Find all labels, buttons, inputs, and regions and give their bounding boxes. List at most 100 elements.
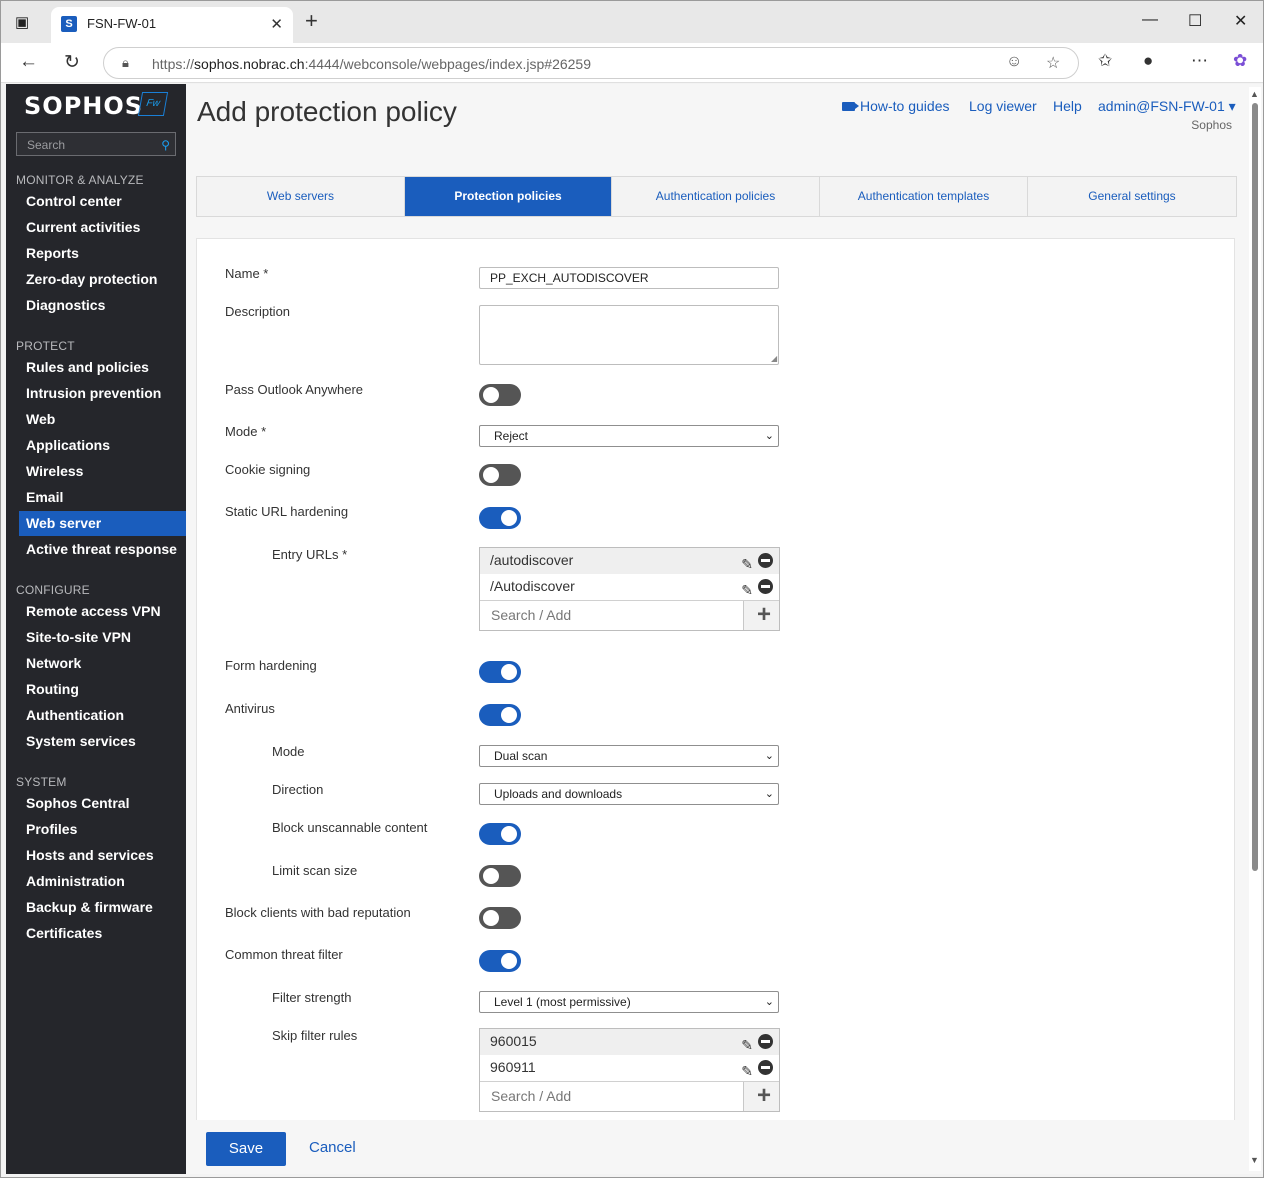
- limit-scan-toggle[interactable]: [479, 865, 521, 887]
- favorites-icon[interactable]: ✩: [1098, 51, 1112, 71]
- refresh-icon[interactable]: ↻: [64, 51, 80, 74]
- remove-icon[interactable]: [758, 579, 773, 594]
- antivirus-toggle[interactable]: [479, 704, 521, 726]
- sidebar-item-reports[interactable]: Reports: [19, 241, 186, 266]
- av-mode-select[interactable]: Dual scan ⌄: [479, 745, 779, 767]
- browser-tab[interactable]: S FSN-FW-01 ✕: [51, 7, 293, 43]
- sidebar-item-sophos-central[interactable]: Sophos Central: [19, 791, 186, 816]
- sidebar-item-administration[interactable]: Administration: [19, 869, 186, 894]
- url-field[interactable]: 🔒︎ https://sophos.nobrac.ch:4444/webcons…: [103, 47, 1079, 79]
- block-unscannable-label: Block unscannable content: [272, 820, 428, 835]
- new-tab-icon[interactable]: +: [305, 10, 318, 32]
- profile-avatar-icon[interactable]: ●: [1143, 51, 1153, 71]
- edit-pencil-icon[interactable]: ✎: [741, 578, 753, 602]
- sidebar-section-title: PROTECT: [16, 339, 75, 353]
- sidebar-item-authentication[interactable]: Authentication: [19, 703, 186, 728]
- skip-rules-list: 960015 ✎ 960911 ✎ Search / Add +: [479, 1028, 780, 1112]
- howto-guides-link[interactable]: How-to guides: [842, 98, 950, 114]
- threat-filter-label: Common threat filter: [225, 947, 343, 962]
- sidebar-section-title: SYSTEM: [16, 775, 67, 789]
- sidebar-item-active-threat-response[interactable]: Active threat response: [19, 537, 186, 562]
- bad-reputation-toggle[interactable]: [479, 907, 521, 929]
- sidebar-section-title: MONITOR & ANALYZE: [16, 173, 144, 187]
- sidebar-item-intrusion-prevention[interactable]: Intrusion prevention: [19, 381, 186, 406]
- name-input[interactable]: PP_EXCH_AUTODISCOVER: [479, 267, 779, 289]
- sidebar-item-certificates[interactable]: Certificates: [19, 921, 186, 946]
- close-window-icon[interactable]: ✕: [1234, 11, 1247, 31]
- description-textarea[interactable]: [479, 305, 779, 365]
- back-icon[interactable]: ←: [19, 51, 38, 73]
- sidebar-search-placeholder: Search: [27, 138, 66, 152]
- edit-pencil-icon[interactable]: ✎: [741, 1033, 753, 1057]
- scroll-thumb[interactable]: [1252, 103, 1258, 871]
- minimize-icon[interactable]: —: [1142, 11, 1158, 29]
- entry-urls-add-input[interactable]: Search / Add: [480, 601, 744, 630]
- direction-select[interactable]: Uploads and downloads ⌄: [479, 783, 779, 805]
- sidebar-item-profiles[interactable]: Profiles: [19, 817, 186, 842]
- copilot-icon[interactable]: ✿: [1233, 51, 1247, 71]
- sidebar-item-site-to-site-vpn[interactable]: Site-to-site VPN: [19, 625, 186, 650]
- user-menu[interactable]: admin@FSN-FW-01 ▾: [1098, 98, 1236, 115]
- search-icon[interactable]: ⚲: [161, 138, 170, 152]
- sidebar-item-network[interactable]: Network: [19, 651, 186, 676]
- tab-authentication-policies[interactable]: Authentication policies: [612, 177, 820, 216]
- sidebar-item-remote-access-vpn[interactable]: Remote access VPN: [19, 599, 186, 624]
- sidebar-item-system-services[interactable]: System services: [19, 729, 186, 754]
- sidebar-item-current-activities[interactable]: Current activities: [19, 215, 186, 240]
- sidebar-search-input[interactable]: Search ⚲: [16, 132, 176, 156]
- sidebar-item-routing[interactable]: Routing: [19, 677, 186, 702]
- add-plus-icon[interactable]: +: [757, 603, 771, 627]
- tab-title: FSN-FW-01: [87, 16, 157, 31]
- edit-pencil-icon[interactable]: ✎: [741, 552, 753, 576]
- static-url-toggle[interactable]: [479, 507, 521, 529]
- sidebar-item-applications[interactable]: Applications: [19, 433, 186, 458]
- remove-icon[interactable]: [758, 1060, 773, 1075]
- sidebar-item-diagnostics[interactable]: Diagnostics: [19, 293, 186, 318]
- sidebar-item-web[interactable]: Web: [19, 407, 186, 432]
- tab-actions-icon[interactable]: ▣: [15, 13, 35, 31]
- tab-web-servers[interactable]: Web servers: [197, 177, 405, 216]
- sidebar-item-zero-day-protection[interactable]: Zero-day protection: [19, 267, 186, 292]
- block-unscannable-toggle[interactable]: [479, 823, 521, 845]
- sidebar-item-backup-firmware[interactable]: Backup & firmware: [19, 895, 186, 920]
- sidebar-item-email[interactable]: Email: [19, 485, 186, 510]
- form-hardening-toggle[interactable]: [479, 661, 521, 683]
- sidebar-item-rules-and-policies[interactable]: Rules and policies: [19, 355, 186, 380]
- sidebar-section-title: CONFIGURE: [16, 583, 90, 597]
- pass-outlook-toggle[interactable]: [479, 384, 521, 406]
- more-icon[interactable]: ⋯: [1191, 51, 1208, 71]
- lock-icon[interactable]: 🔒︎: [122, 55, 129, 71]
- sidebar-item-wireless[interactable]: Wireless: [19, 459, 186, 484]
- tab-protection-policies[interactable]: Protection policies: [405, 177, 612, 216]
- direction-value: Uploads and downloads: [494, 787, 623, 801]
- sidebar-item-web-server[interactable]: Web server: [19, 511, 186, 536]
- edit-pencil-icon[interactable]: ✎: [741, 1059, 753, 1083]
- maximize-icon[interactable]: ☐: [1188, 11, 1202, 31]
- tab-general-settings[interactable]: General settings: [1028, 177, 1236, 216]
- toggle-knob: [483, 387, 499, 403]
- mode-select[interactable]: Reject ⌄: [479, 425, 779, 447]
- threat-filter-toggle[interactable]: [479, 950, 521, 972]
- remove-icon[interactable]: [758, 553, 773, 568]
- cancel-button[interactable]: Cancel: [309, 1139, 356, 1156]
- page-scrollbar[interactable]: ▲ ▼: [1249, 87, 1261, 1171]
- close-tab-icon[interactable]: ✕: [270, 15, 283, 33]
- sidebar-item-control-center[interactable]: Control center: [19, 189, 186, 214]
- log-viewer-link[interactable]: Log viewer: [969, 98, 1037, 114]
- cookie-signing-toggle[interactable]: [479, 464, 521, 486]
- scroll-up-icon[interactable]: ▲: [1250, 89, 1259, 99]
- filter-strength-select[interactable]: Level 1 (most permissive) ⌄: [479, 991, 779, 1013]
- help-link[interactable]: Help: [1053, 98, 1082, 114]
- remove-icon[interactable]: [758, 1034, 773, 1049]
- resize-handle-icon[interactable]: ◢: [771, 354, 1233, 1137]
- skip-rules-add-input[interactable]: Search / Add: [480, 1082, 744, 1111]
- sidebar-item-hosts-and-services[interactable]: Hosts and services: [19, 843, 186, 868]
- reader-icon[interactable]: ☺: [1006, 53, 1022, 71]
- add-plus-icon[interactable]: +: [757, 1084, 771, 1108]
- tab-authentication-templates[interactable]: Authentication templates: [820, 177, 1028, 216]
- scroll-down-icon[interactable]: ▼: [1250, 1155, 1259, 1165]
- toggle-knob: [483, 910, 499, 926]
- save-button[interactable]: Save: [206, 1132, 286, 1166]
- browser-window: ▣ S FSN-FW-01 ✕ + — ☐ ✕ ← ↻ 🔒︎ https://s…: [0, 0, 1264, 1178]
- favorite-star-icon[interactable]: ☆: [1046, 53, 1060, 73]
